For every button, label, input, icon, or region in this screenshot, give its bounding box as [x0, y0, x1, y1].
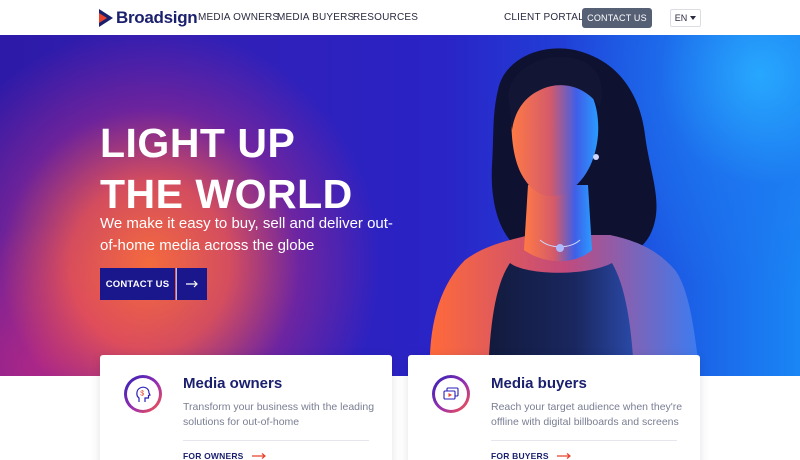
hero-portrait-image: [429, 48, 700, 376]
hero-heading: LIGHT UP THE WORLD: [100, 118, 353, 220]
hero-subtitle: We make it easy to buy, sell and deliver…: [100, 215, 393, 254]
arrow-right-icon: [176, 268, 207, 300]
for-buyers-link[interactable]: FOR BUYERS: [491, 451, 571, 460]
brand-logo[interactable]: Broadsign: [99, 7, 198, 29]
nav-media-buyers[interactable]: MEDIA BUYERS: [277, 12, 354, 23]
card-media-buyers[interactable]: Media buyers Reach your target audience …: [408, 355, 700, 460]
media-screens-icon: [432, 375, 470, 413]
hero-heading-line-1: LIGHT UP: [100, 120, 296, 166]
language-selector[interactable]: EN: [670, 9, 701, 27]
card-link-label: FOR BUYERS: [491, 451, 549, 460]
card-title: Media owners: [183, 375, 283, 392]
nav-client-portal[interactable]: CLIENT PORTAL: [504, 12, 584, 23]
hero-contact-label: CONTACT US: [100, 268, 175, 300]
broadsign-logo-icon: [99, 9, 113, 27]
card-divider: [491, 440, 677, 441]
top-navigation: Broadsign MEDIA OWNERS MEDIA BUYERS RESO…: [0, 0, 800, 35]
nav-resources[interactable]: RESOURCES: [353, 12, 418, 23]
card-media-owners[interactable]: $ Media owners Transform your business w…: [100, 355, 392, 460]
card-divider: [183, 440, 369, 441]
hero-contact-button[interactable]: CONTACT US: [100, 268, 207, 300]
card-link-label: FOR OWNERS: [183, 451, 244, 460]
for-owners-link[interactable]: FOR OWNERS: [183, 451, 266, 460]
language-label: EN: [674, 13, 688, 23]
brand-name: Broadsign: [116, 8, 198, 27]
dollar-head-icon: $: [124, 375, 162, 413]
arrow-right-icon: [251, 453, 266, 459]
caret-down-icon: [690, 16, 697, 20]
card-description: Reach your target audience when they're …: [491, 401, 683, 428]
nav-contact-button[interactable]: CONTACT US: [582, 8, 652, 28]
hero-banner: LIGHT UP THE WORLD We make it easy to bu…: [0, 35, 800, 376]
nav-media-owners[interactable]: MEDIA OWNERS: [198, 12, 279, 23]
arrow-right-icon: [556, 453, 571, 459]
svg-text:$: $: [140, 391, 144, 398]
card-description: Transform your business with the leading…: [183, 401, 375, 428]
card-title: Media buyers: [491, 375, 587, 392]
